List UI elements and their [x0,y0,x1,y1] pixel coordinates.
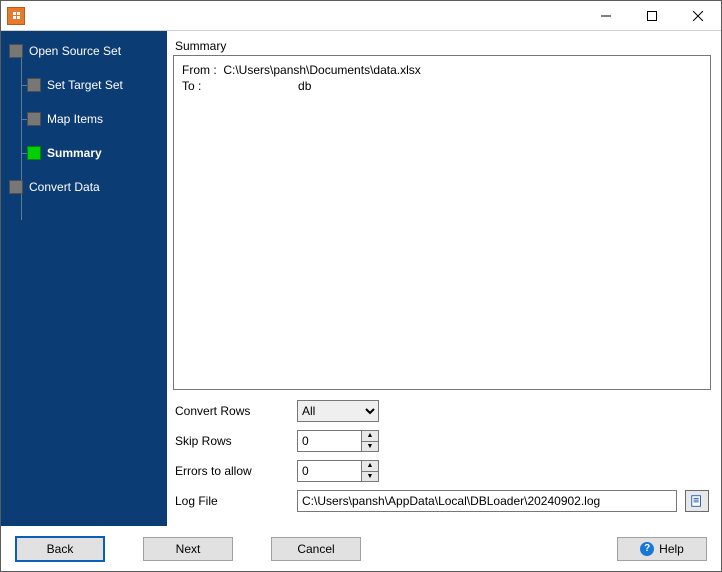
row-log-file: Log File [175,490,709,512]
input-skip-rows[interactable] [297,430,361,452]
spin-up-icon[interactable]: ▲ [362,431,378,442]
back-button[interactable]: Back [15,536,105,562]
row-convert-rows: Convert Rows All [175,400,709,422]
sidebar-item-map-items[interactable]: Map Items [27,109,163,129]
cancel-button[interactable]: Cancel [271,537,361,561]
summary-to-value: db [298,79,311,93]
help-button[interactable]: ? Help [617,537,707,561]
sidebar-item-label: Set Target Set [47,78,123,92]
input-log-file[interactable] [297,490,677,512]
sidebar-item-label: Convert Data [29,180,100,194]
step-box-icon [9,44,23,58]
spin-up-icon[interactable]: ▲ [362,461,378,472]
summary-header: Summary [173,37,711,55]
sidebar-item-convert-data[interactable]: Convert Data [9,177,163,197]
sidebar-item-summary[interactable]: Summary [27,143,163,163]
help-icon: ? [640,542,654,556]
file-browse-icon [690,494,704,508]
browse-log-file-button[interactable] [685,490,709,512]
label-skip-rows: Skip Rows [175,434,297,448]
combo-convert-rows[interactable]: All [297,400,379,422]
label-log-file: Log File [175,494,297,508]
titlebar [1,1,721,31]
sidebar-item-open-source-set[interactable]: Open Source Set [9,41,163,61]
sidebar-item-label: Map Items [47,112,103,126]
button-label: Help [659,542,684,556]
sidebar-item-label: Summary [47,146,102,160]
summary-to-label: To : [182,79,201,93]
client-area: Open Source Set Set Target Set Map Items… [1,31,721,526]
wizard-buttons: Back Next Cancel ? Help [1,526,721,571]
row-errors-to-allow: Errors to allow ▲ ▼ [175,460,709,482]
button-label: Next [176,542,201,556]
maximize-button[interactable] [629,1,675,31]
minimize-button[interactable] [583,1,629,31]
wizard-sidebar: Open Source Set Set Target Set Map Items… [1,31,167,526]
close-button[interactable] [675,1,721,31]
form-area: Convert Rows All Skip Rows ▲ ▼ Errors to… [173,390,711,526]
summary-from-label: From : [182,63,217,77]
window-controls [583,1,721,31]
step-box-icon [27,146,41,160]
spin-down-icon[interactable]: ▼ [362,442,378,452]
spinner-errors-to-allow: ▲ ▼ [297,460,379,482]
titlebar-left [1,7,31,25]
label-convert-rows: Convert Rows [175,404,297,418]
button-label: Back [47,542,74,556]
summary-text: From : C:\Users\pansh\Documents\data.xls… [173,55,711,390]
spin-down-icon[interactable]: ▼ [362,472,378,482]
button-label: Cancel [297,542,334,556]
summary-from-value: C:\Users\pansh\Documents\data.xlsx [223,63,420,77]
row-skip-rows: Skip Rows ▲ ▼ [175,430,709,452]
sidebar-item-label: Open Source Set [29,44,121,58]
step-box-icon [27,78,41,92]
input-errors-to-allow[interactable] [297,460,361,482]
sidebar-item-set-target-set[interactable]: Set Target Set [27,75,163,95]
app-icon [7,7,25,25]
step-box-icon [27,112,41,126]
spinner-skip-rows: ▲ ▼ [297,430,379,452]
next-button[interactable]: Next [143,537,233,561]
label-errors-to-allow: Errors to allow [175,464,297,478]
step-box-icon [9,180,23,194]
content-area: Summary From : C:\Users\pansh\Documents\… [167,31,721,526]
